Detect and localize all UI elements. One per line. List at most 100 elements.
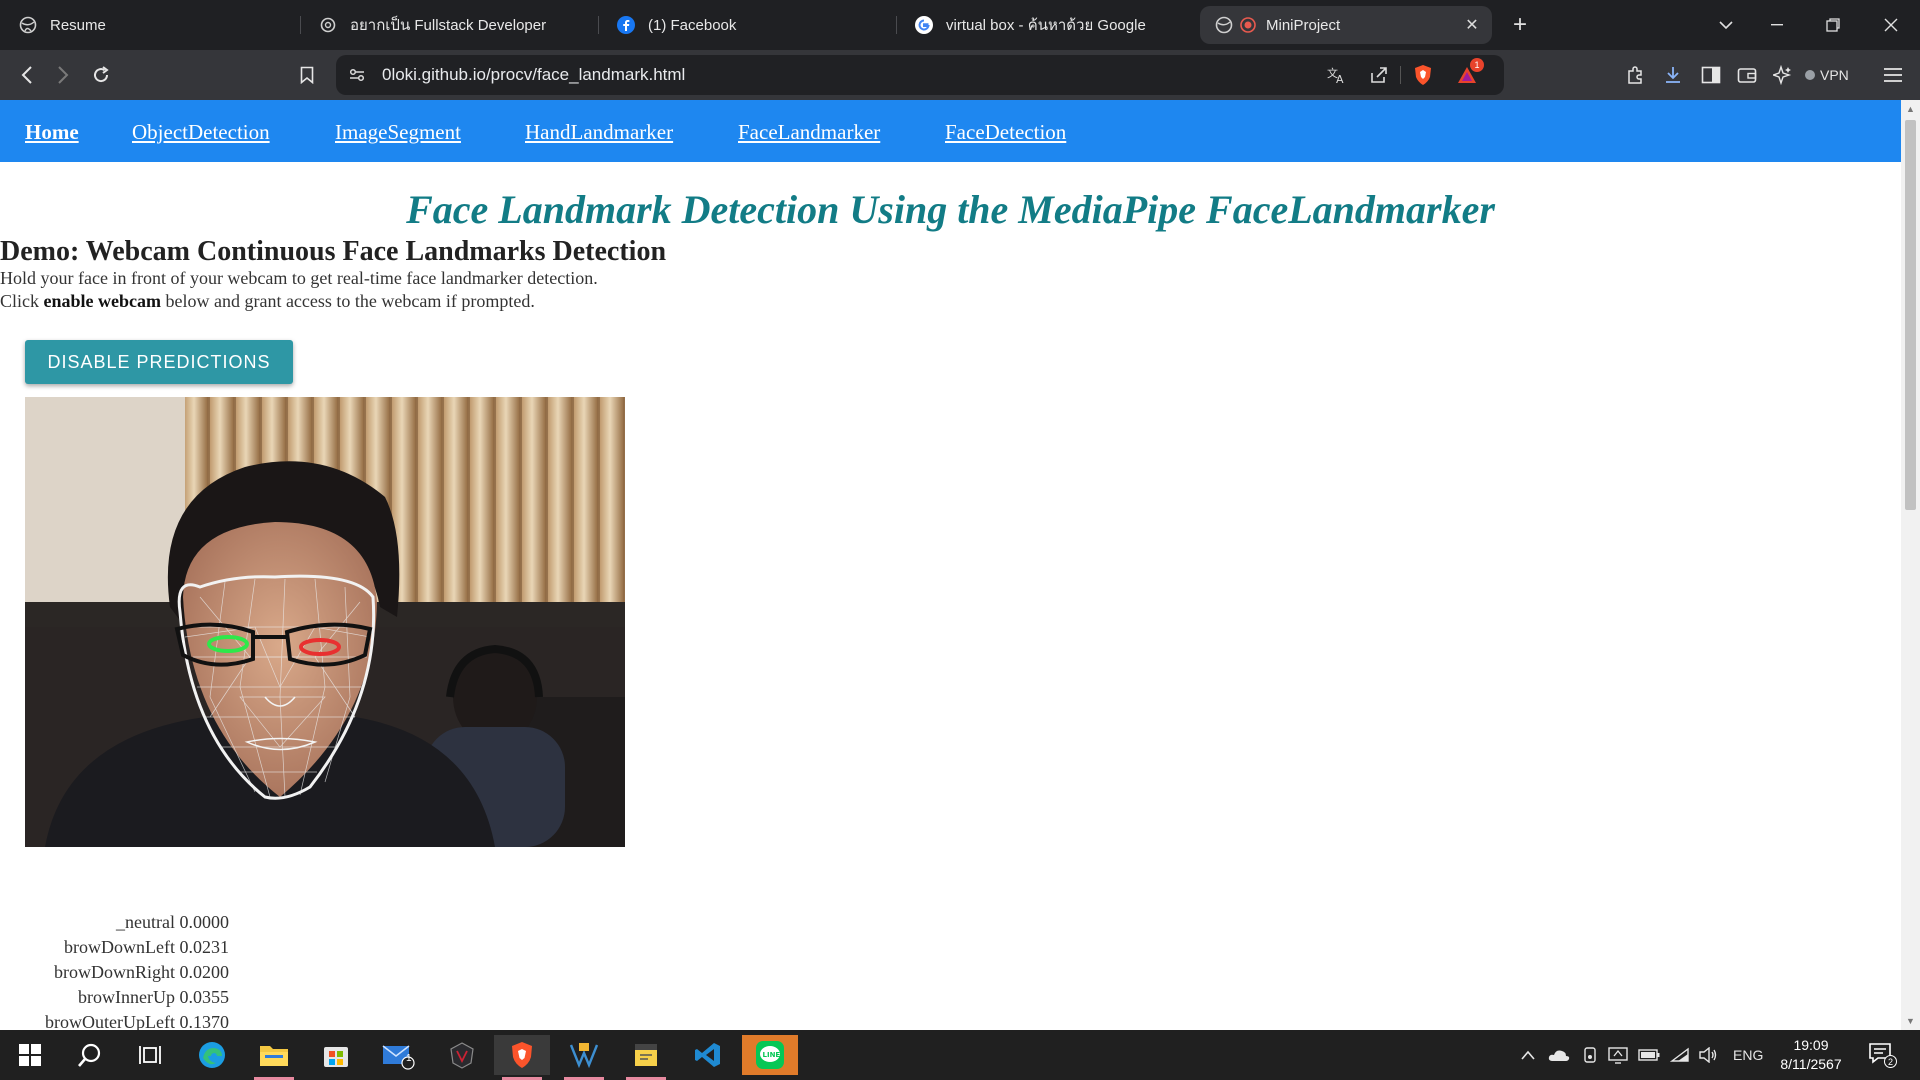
scroll-up-arrow-icon[interactable]: ▲ xyxy=(1905,104,1916,114)
clock-time: 19:09 xyxy=(1793,1037,1829,1053)
edge-icon[interactable] xyxy=(184,1035,240,1075)
browser-tab-strip: Resume อยากเป็น Fullstack Developer (1) … xyxy=(0,0,1920,50)
instruction-text: below and grant access to the webcam if … xyxy=(160,291,535,311)
blendshape-name: browOuterUpLeft xyxy=(45,1012,175,1030)
site-settings-icon[interactable] xyxy=(344,62,370,88)
device-icon[interactable] xyxy=(1582,1030,1598,1080)
nav-link-hand-landmarker[interactable]: HandLandmarker xyxy=(525,120,673,145)
facebook-icon xyxy=(616,15,636,35)
vscode-icon[interactable] xyxy=(680,1035,736,1075)
nav-link-home[interactable]: Home xyxy=(25,120,79,145)
brave-browser-icon[interactable] xyxy=(494,1035,550,1080)
line-app-icon[interactable]: LINE xyxy=(742,1035,798,1075)
page-title-text: Face Landmark Detection Using the MediaP… xyxy=(406,187,1495,232)
brave-shields-icon[interactable] xyxy=(1410,62,1436,88)
tab-miniproject[interactable]: MiniProject ✕ xyxy=(1200,6,1492,44)
nav-link-face-detection[interactable]: FaceDetection xyxy=(945,120,1066,145)
search-icon[interactable] xyxy=(62,1035,118,1075)
globe-icon xyxy=(1214,15,1234,35)
system-clock[interactable]: 19:09 8/11/2567 xyxy=(1766,1036,1856,1074)
tab-label: MiniProject xyxy=(1266,16,1341,34)
site-navigation: Home ObjectDetection ImageSegment HandLa… xyxy=(0,100,1901,162)
tab-separator xyxy=(598,16,599,34)
vpn-button[interactable]: VPN xyxy=(1805,64,1849,86)
downloads-icon[interactable] xyxy=(1658,60,1688,90)
vpn-status-icon xyxy=(1805,70,1815,80)
blendshape-name: browInnerUp xyxy=(78,987,175,1007)
virtualbox-icon[interactable] xyxy=(556,1035,612,1080)
demo-heading: Demo: Webcam Continuous Face Landmarks D… xyxy=(0,236,667,267)
vpn-label: VPN xyxy=(1820,67,1849,83)
scrollbar-thumb[interactable] xyxy=(1905,120,1916,510)
close-window-button[interactable] xyxy=(1876,10,1906,40)
show-hidden-icons-chevron-icon[interactable] xyxy=(1520,1030,1536,1080)
tab-google-search[interactable]: virtual box - ค้นหาด้วย Google xyxy=(914,6,1184,44)
blendshape-score: 0.0000 xyxy=(179,912,230,932)
bookmark-button[interactable] xyxy=(292,60,322,90)
extensions-icon[interactable] xyxy=(1620,60,1650,90)
address-bar[interactable]: 0loki.github.io/procv/face_landmark.html… xyxy=(336,55,1504,95)
sticky-notes-icon[interactable] xyxy=(618,1035,674,1080)
instruction-text: Click xyxy=(0,291,44,311)
svg-text:A: A xyxy=(1336,73,1344,85)
file-explorer-icon[interactable] xyxy=(246,1035,302,1080)
wifi-icon[interactable] xyxy=(1670,1030,1690,1080)
tab-label: Resume xyxy=(50,16,106,34)
nav-link-image-segment[interactable]: ImageSegment xyxy=(335,120,461,145)
share-icon[interactable] xyxy=(1366,62,1392,88)
armoury-crate-icon[interactable] xyxy=(434,1035,490,1075)
omnibox-divider xyxy=(1400,66,1401,84)
rewards-badge: 1 xyxy=(1470,58,1484,72)
sidebar-toggle-icon[interactable] xyxy=(1696,60,1726,90)
restore-window-button[interactable] xyxy=(1818,10,1848,40)
input-language-indicator[interactable]: ENG xyxy=(1733,1030,1763,1080)
close-tab-icon[interactable]: ✕ xyxy=(1462,15,1482,35)
windows-start-icon[interactable] xyxy=(2,1035,58,1075)
main-menu-icon[interactable] xyxy=(1878,60,1908,90)
wallet-icon[interactable] xyxy=(1732,60,1762,90)
page-title: Face Landmark Detection Using the MediaP… xyxy=(0,186,1901,233)
tab-resume[interactable]: Resume xyxy=(18,6,288,44)
onedrive-icon[interactable] xyxy=(1548,1030,1570,1080)
tab-facebook[interactable]: (1) Facebook xyxy=(616,6,886,44)
webcam-frame-image xyxy=(25,397,625,847)
forward-button[interactable] xyxy=(48,60,78,90)
new-tab-button[interactable]: + xyxy=(1506,11,1534,39)
blendshape-name: browDownRight xyxy=(54,962,175,982)
windows-taskbar: 1 LINE ENG 19:09 8/11/2567 2 xyxy=(0,1030,1920,1080)
brave-rewards-icon[interactable]: 1 xyxy=(1454,58,1484,88)
notification-center-icon[interactable]: 2 xyxy=(1868,1042,1898,1068)
volume-icon[interactable] xyxy=(1698,1030,1718,1080)
blendshape-row: _neutral 0.0000 xyxy=(0,910,229,935)
disable-predictions-button[interactable]: DISABLE PREDICTIONS xyxy=(25,340,293,384)
openai-icon xyxy=(318,15,338,35)
clock-date: 8/11/2567 xyxy=(1780,1056,1842,1072)
translate-icon[interactable]: 文A xyxy=(1324,62,1350,88)
minimize-window-button[interactable] xyxy=(1762,10,1792,40)
blendshape-score: 0.0355 xyxy=(179,987,230,1007)
blendshape-row: browDownLeft 0.0231 xyxy=(0,935,229,960)
tab-search-chevron-icon[interactable] xyxy=(1711,10,1741,40)
url-text: 0loki.github.io/procv/face_landmark.html xyxy=(382,65,686,84)
battery-icon[interactable] xyxy=(1638,1030,1660,1080)
blendshape-score: 0.0231 xyxy=(179,937,230,957)
tab-fullstack[interactable]: อยากเป็น Fullstack Developer xyxy=(318,6,588,44)
display-settings-icon[interactable] xyxy=(1608,1030,1628,1080)
scroll-down-arrow-icon[interactable]: ▼ xyxy=(1905,1016,1916,1026)
task-view-icon[interactable] xyxy=(122,1035,178,1075)
page-viewport: Home ObjectDetection ImageSegment HandLa… xyxy=(0,100,1901,1030)
blendshape-score: 0.1370 xyxy=(179,1012,230,1030)
reload-button[interactable] xyxy=(86,60,116,90)
instruction-line-1: Hold your face in front of your webcam t… xyxy=(0,268,598,288)
blendshape-row: browOuterUpLeft 0.1370 xyxy=(0,1010,229,1030)
nav-link-object-detection[interactable]: ObjectDetection xyxy=(132,120,270,145)
page-scrollbar[interactable]: ▲ ▼ xyxy=(1901,100,1920,1030)
mail-badge: 1 xyxy=(406,1053,412,1064)
tab-label: อยากเป็น Fullstack Developer xyxy=(350,17,547,34)
leo-ai-icon[interactable] xyxy=(1768,60,1798,90)
back-button[interactable] xyxy=(12,60,42,90)
microsoft-store-icon[interactable] xyxy=(308,1035,364,1075)
nav-link-face-landmarker[interactable]: FaceLandmarker xyxy=(738,120,880,145)
mail-icon[interactable]: 1 xyxy=(370,1035,426,1075)
blendshape-row: browInnerUp 0.0355 xyxy=(0,985,229,1010)
